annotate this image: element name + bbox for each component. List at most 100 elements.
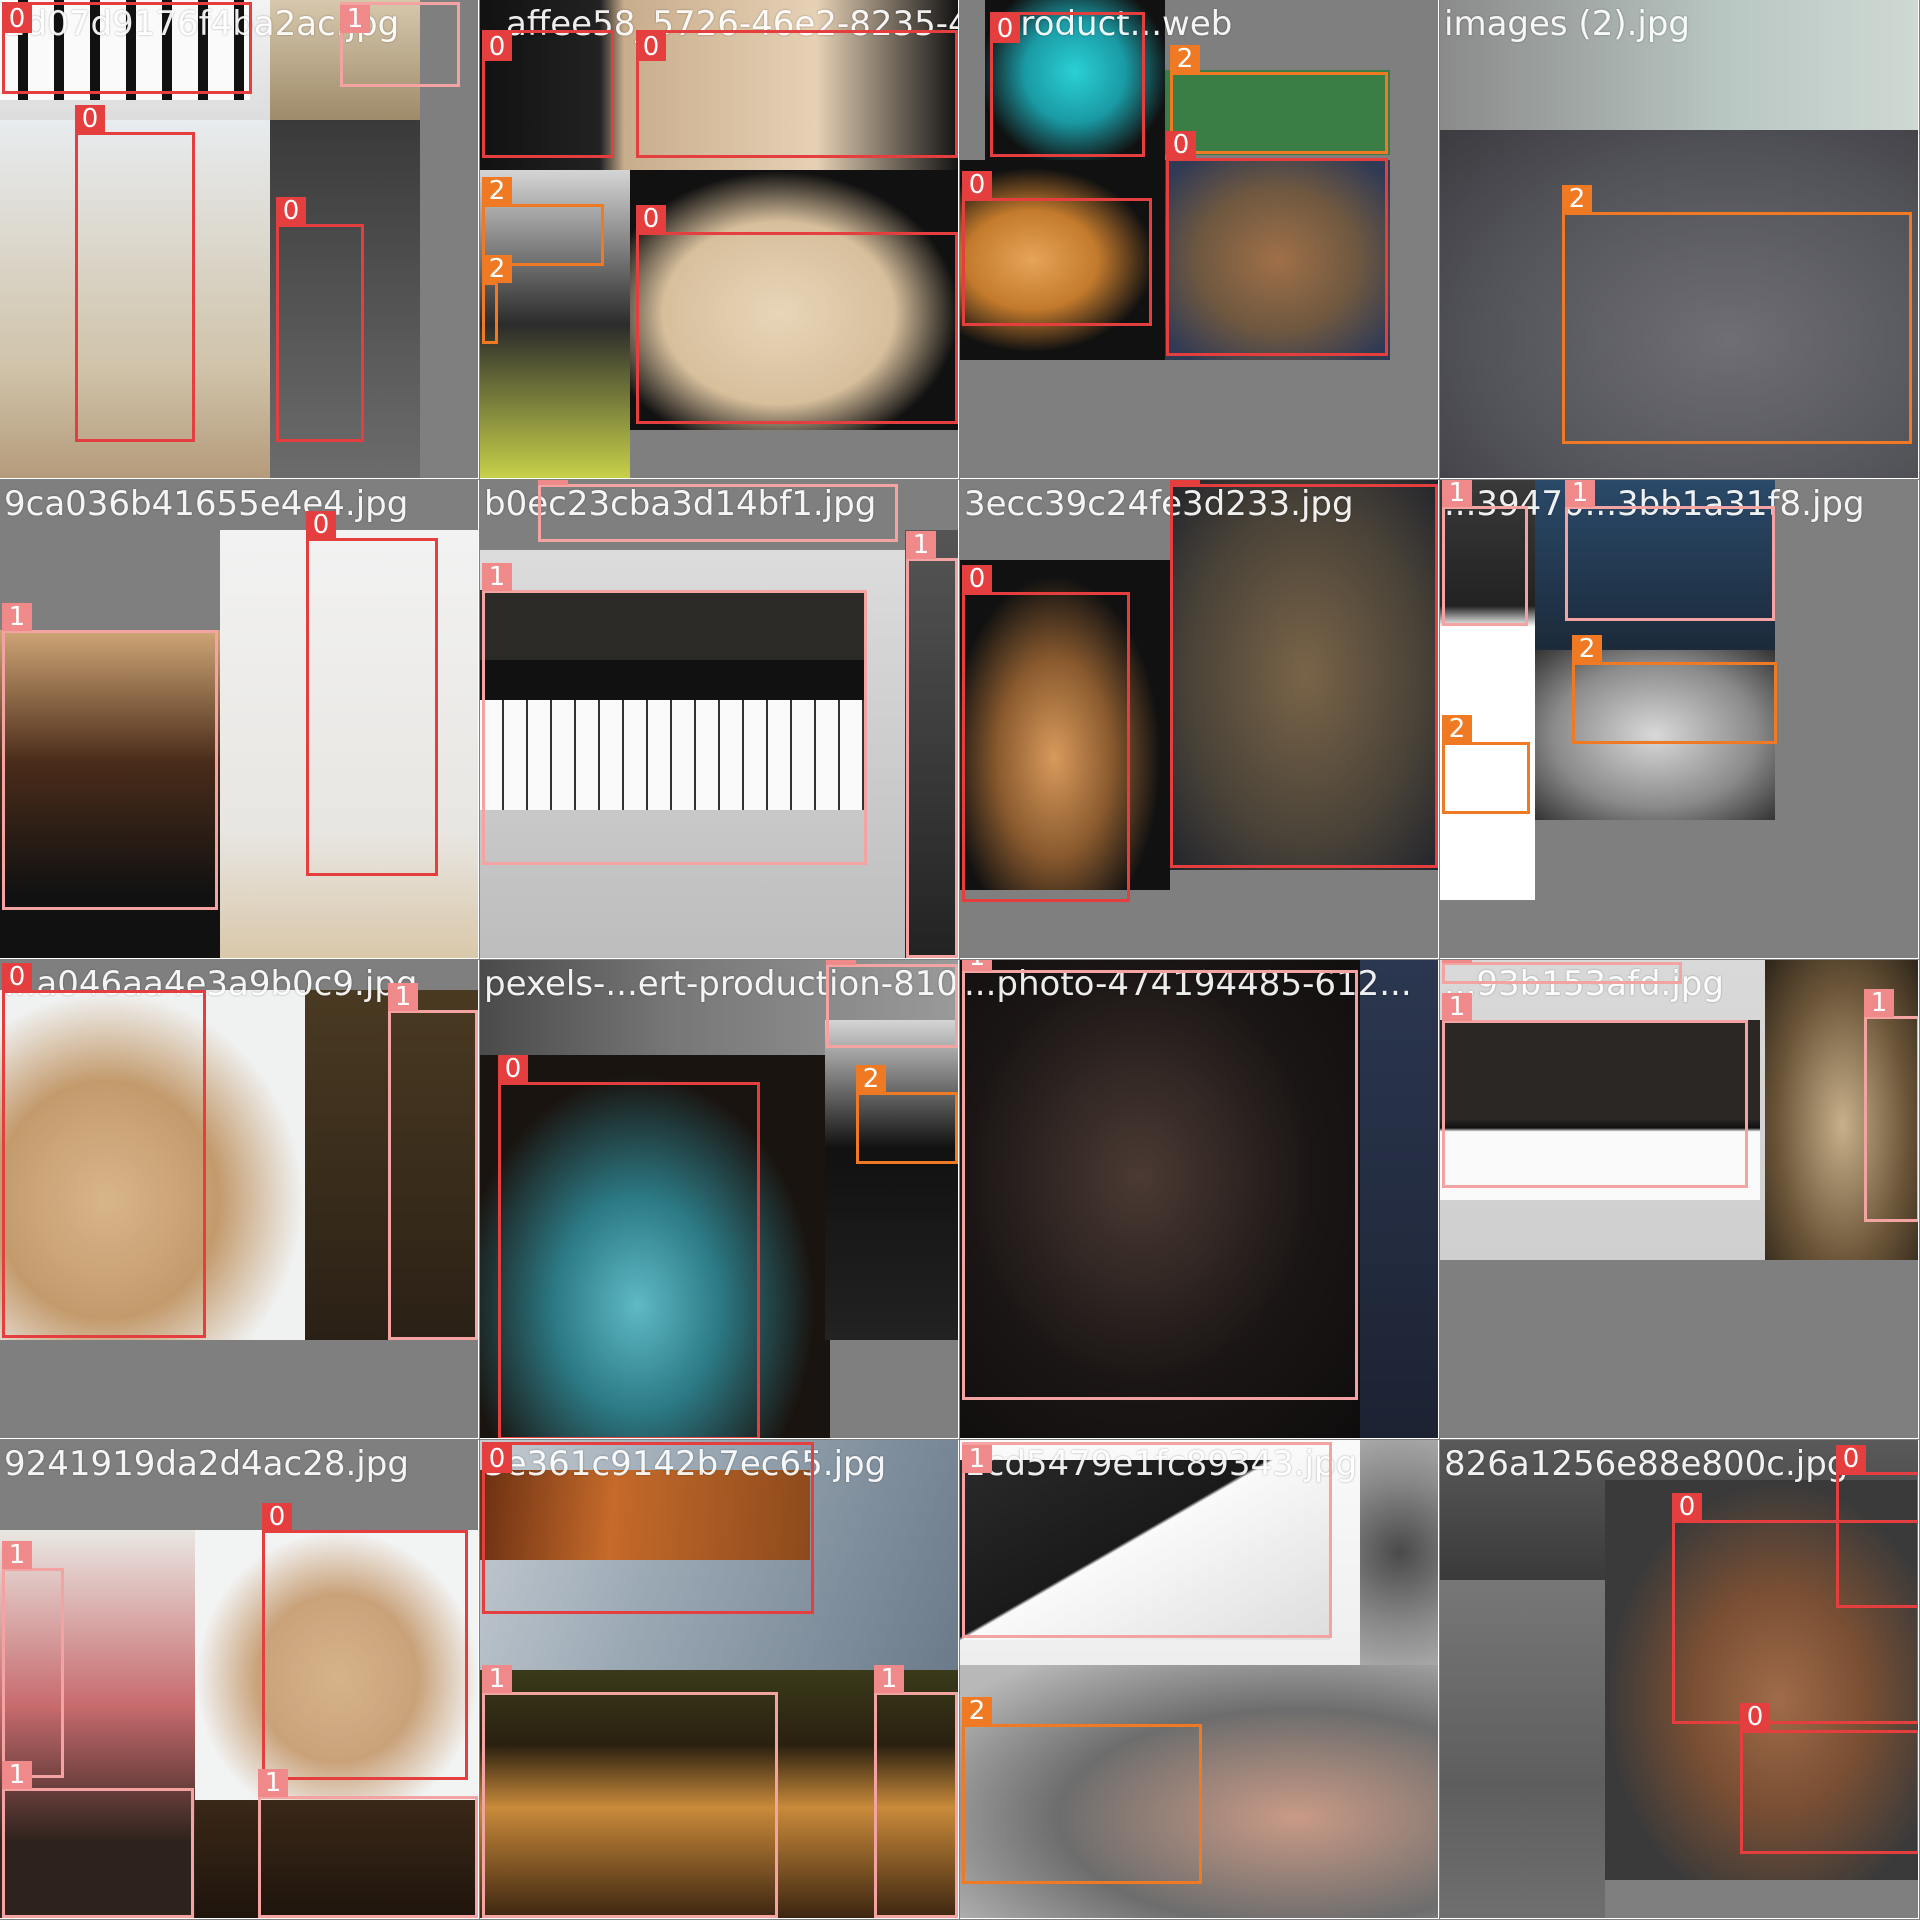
bbox-class-0: 0 [2,963,206,1338]
mosaic-tile: 1cd5479e1fc89343.jpg 1 2 [960,1440,1439,1919]
class-label: 1 [482,1665,512,1693]
mosaic-tile: 9ca036b41655e4e4.jpg 1 0 [0,480,479,959]
image-filename: images (2).jpg [1444,4,1691,44]
bbox-class-2: 2 [1562,185,1912,444]
bbox-class-1: 1 [2,603,218,910]
bbox-class-0: 0 [1672,1493,1918,1724]
bbox-class-0: 0 [1166,131,1388,356]
mosaic-tile: ...93b153afd.jpg 1 1 1 [1440,960,1919,1439]
class-label: 0 [1672,1493,1702,1521]
bbox-class-1: 1 [2,1541,64,1778]
class-label: 0 [2,5,32,33]
class-label: 0 [1170,480,1200,485]
bbox-class-0: 0 [306,511,438,876]
mosaic-tile: ...a046aa4e3a9b0c9.jpg 0 1 [0,960,479,1439]
image-filename: 9ca036b41655e4e4.jpg [4,484,409,524]
mosaic-tile: 9241919da2d4ac28.jpg 1 0 1 1 [0,1440,479,1919]
bbox-class-0: 0 [482,1442,814,1614]
bbox-class-0: 0 [2,2,252,94]
bbox-class-0: 0 [962,565,1130,902]
class-label: 1 [906,531,936,559]
bbox-class-1: 1 [1442,480,1528,626]
bbox-class-1: 1 [1442,960,1682,984]
class-label: 0 [636,205,666,233]
photo [1440,1580,1605,1918]
bbox-class-1: 1 [906,531,958,958]
mosaic-tile: images (2).jpg 2 [1440,0,1919,479]
class-label: 1 [1565,480,1595,507]
bbox-class-1: 1 [874,1665,958,1918]
mosaic-tile: affee58_5726-46e2-8235-40c... 0 0 2 2 0 [480,0,959,479]
bbox-class-1: 1 [962,1442,1332,1638]
mosaic-tile: b0ec23cba3d14bf1.jpg 1 1 1 [480,480,959,959]
class-label: 1 [2,603,32,631]
class-label: 0 [636,33,666,61]
class-label: 1 [1442,480,1472,507]
mosaic-tile: 826a1256e88e800c.jpg 0 0 0 [1440,1440,1919,1919]
bbox-class-0: 0 [636,30,958,158]
class-label: 0 [1166,131,1196,159]
class-label: 1 [388,983,418,1011]
mosaic-tile: ...photo-474194485-612... 1 [960,960,1439,1439]
bbox-class-2: 2 [856,1065,958,1164]
class-label: 2 [1170,45,1200,73]
mosaic-tile: 3ecc39c24fe3d233.jpg 0 0 [960,480,1439,959]
class-label: 1 [340,5,370,33]
mosaic-grid: 1d07d9176f4ba2ac.jpg 0 1 0 0 affee58_572… [0,0,1920,1920]
bbox-class-1: 1 [826,960,958,1048]
image-filename: 9241919da2d4ac28.jpg [4,1444,409,1484]
class-label: 2 [962,1697,992,1725]
class-label: 1 [962,960,992,971]
mosaic-tile: 3e361c9142b7ec65.jpg 0 1 1 [480,1440,959,1919]
mosaic-tile: 1d07d9176f4ba2ac.jpg 0 1 0 0 [0,0,479,479]
bbox-class-1: 1 [340,2,460,87]
class-label: 0 [1740,1703,1770,1731]
bbox-class-1: 1 [258,1769,478,1918]
class-label: 2 [482,177,512,205]
bbox-class-2: 2 [1572,635,1777,744]
bbox-class-1: 1 [1864,989,1918,1222]
mosaic-tile: ...39470...3bb1a31f8.jpg 1 1 2 2 [1440,480,1919,959]
class-label: 2 [482,255,512,283]
class-label: 1 [538,480,568,485]
photo [1360,1440,1438,1665]
bbox-class-0: 0 [75,105,195,442]
bbox-class-1: 1 [962,960,1358,1400]
class-label: 1 [826,960,856,965]
class-label: 0 [962,565,992,593]
class-label: 2 [1572,635,1602,663]
bbox-class-0: 0 [1740,1703,1918,1854]
class-label: 0 [262,1503,292,1531]
class-label: 2 [1442,715,1472,743]
bbox-class-1: 1 [1565,480,1775,621]
bbox-class-2: 2 [1442,715,1530,814]
bbox-class-1: 1 [2,1761,194,1918]
class-label: 0 [1836,1445,1866,1473]
class-label: 1 [2,1761,32,1789]
bbox-class-0: 0 [276,197,364,442]
class-label: 0 [75,105,105,133]
bbox-class-2: 2 [962,1697,1202,1884]
bbox-class-1: 1 [1442,993,1748,1188]
mosaic-tile: ...roduct...web 0 2 0 0 [960,0,1439,479]
class-label: 1 [962,1445,992,1473]
bbox-class-1: 1 [388,983,478,1340]
class-label: 1 [874,1665,904,1693]
bbox-class-0: 0 [962,171,1152,326]
bbox-class-1: 1 [538,480,898,542]
bbox-class-2: 2 [482,255,512,344]
bbox-class-0: 0 [636,205,958,424]
class-label: 0 [2,963,32,991]
class-label: 1 [1442,960,1472,963]
class-label: 0 [276,197,306,225]
class-label: 1 [1864,989,1894,1017]
bbox-class-0: 0 [482,30,614,158]
class-label: 0 [498,1055,528,1083]
class-label: 1 [482,563,512,591]
class-label: 0 [482,33,512,61]
class-label: 0 [306,511,336,539]
class-label: 2 [856,1065,886,1093]
class-label: 1 [258,1769,288,1797]
class-label: 1 [1442,993,1472,1021]
photo [1360,960,1438,1438]
